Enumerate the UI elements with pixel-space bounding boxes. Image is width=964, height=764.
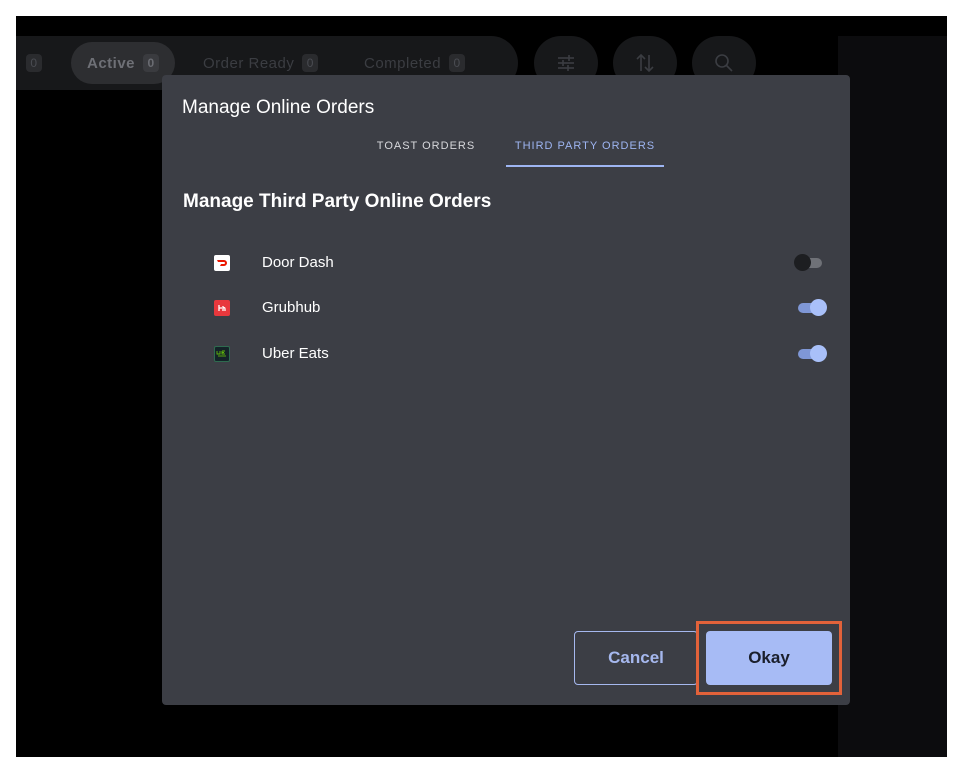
chip-completed-count: 0: [449, 54, 466, 72]
ubereats-logo-icon: [214, 346, 230, 362]
chip-active-label: Active: [87, 54, 136, 72]
provider-row-ubereats: Uber Eats: [162, 338, 850, 368]
ubereats-toggle[interactable]: [794, 345, 828, 363]
manage-online-orders-dialog: Manage Online Orders TOAST ORDERS THIRD …: [162, 75, 850, 705]
chip-order-ready-count: 0: [302, 54, 319, 72]
app-screen: 0 Active 0 Order Ready 0 Completed 0 Man…: [16, 16, 947, 757]
section-title: Manage Third Party Online Orders: [183, 191, 492, 212]
filter-sliders-icon: [558, 55, 574, 71]
chip-active[interactable]: Active 0: [71, 42, 176, 84]
provider-row-grubhub: Grubhub: [162, 292, 850, 322]
provider-name: Grubhub: [262, 299, 321, 316]
sort-arrows-icon: [636, 53, 654, 73]
provider-row-doordash: Door Dash: [162, 247, 850, 277]
doordash-toggle[interactable]: [794, 254, 828, 272]
right-panel: [838, 36, 947, 757]
chip-leading-count: 0: [26, 54, 42, 72]
doordash-logo-icon: [214, 255, 230, 271]
order-type-tabs: TOAST ORDERS THIRD PARTY ORDERS: [162, 139, 850, 167]
dialog-title: Manage Online Orders: [182, 97, 375, 118]
okay-button[interactable]: Okay: [706, 631, 832, 685]
provider-name: Door Dash: [262, 254, 334, 271]
provider-name: Uber Eats: [262, 345, 329, 362]
cancel-button[interactable]: Cancel: [574, 631, 698, 685]
tab-toast-orders[interactable]: TOAST ORDERS: [374, 139, 478, 167]
search-icon: [715, 54, 733, 72]
chip-active-count: 0: [143, 54, 160, 72]
grubhub-toggle[interactable]: [794, 299, 828, 317]
chip-order-ready-label: Order Ready: [203, 54, 295, 72]
grubhub-logo-icon: [214, 300, 230, 316]
chip-leading[interactable]: 0: [26, 42, 42, 84]
chip-completed-label: Completed: [364, 54, 442, 72]
tab-third-party-orders[interactable]: THIRD PARTY ORDERS: [506, 139, 664, 167]
